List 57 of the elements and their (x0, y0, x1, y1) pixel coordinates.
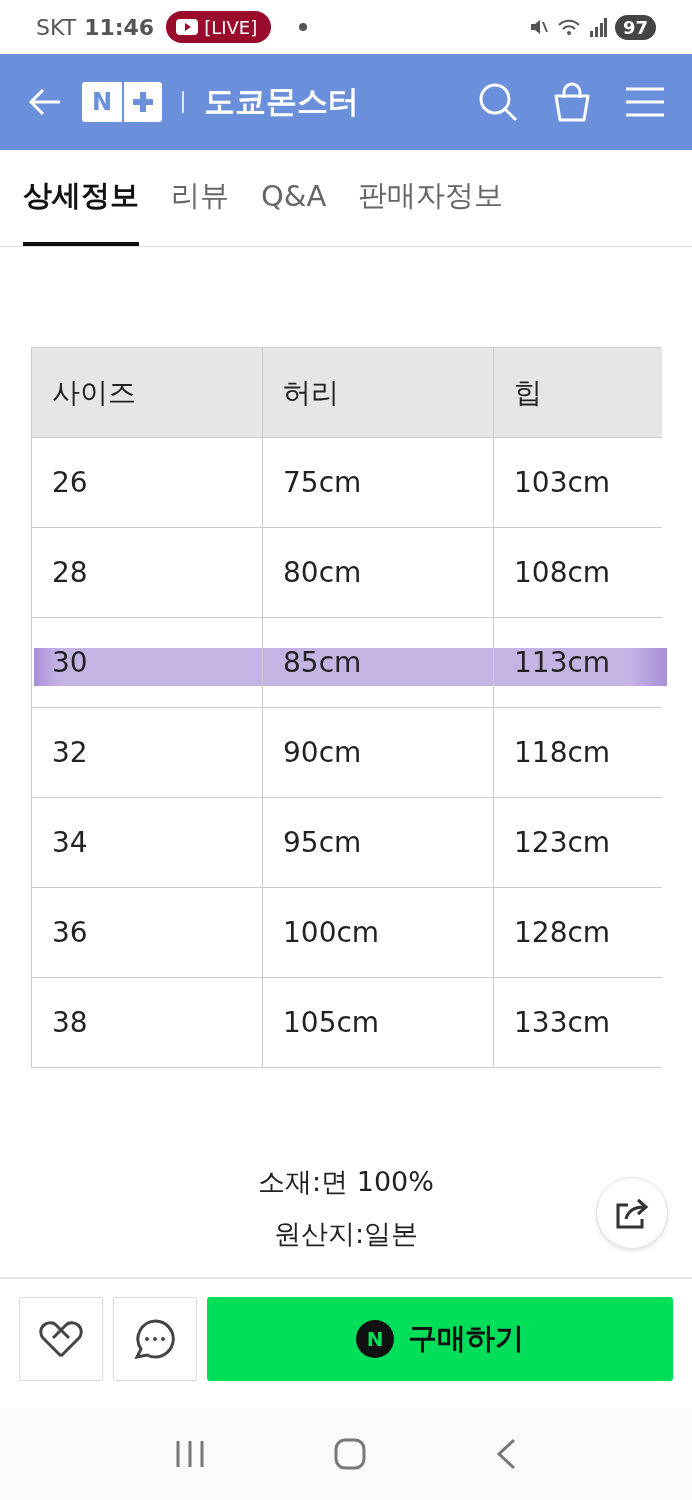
tab[interactable]: 리뷰 (171, 150, 229, 246)
play-icon (176, 19, 199, 35)
table-cell: 113cm (494, 618, 662, 708)
mute-icon (528, 17, 549, 37)
plus-icon (124, 82, 162, 122)
live-label: [LIVE] (204, 16, 258, 38)
chat-button[interactable] (113, 1297, 197, 1381)
table-cell: 80cm (263, 528, 494, 618)
table-cell: 103cm (494, 438, 662, 528)
carrier-name: SKT (36, 14, 77, 40)
table-cell: 75cm (263, 438, 494, 528)
search-icon[interactable] (478, 82, 518, 122)
table-cell: 95cm (263, 798, 494, 888)
table-cell: 36 (32, 888, 263, 978)
back-icon[interactable] (495, 1438, 518, 1470)
naver-logo: N (356, 1320, 394, 1358)
chat-bubble-icon (134, 1319, 176, 1359)
share-icon (614, 1197, 650, 1229)
table-cell: 118cm (494, 708, 662, 798)
info-line: 원산지:일본 (273, 1217, 419, 1251)
share-button[interactable] (596, 1177, 668, 1249)
notification-dot-icon (299, 23, 308, 31)
table-cell: 32 (32, 708, 263, 798)
table-cell: 128cm (494, 888, 662, 978)
table-cell: 85cm (263, 618, 494, 708)
store-title: 도쿄몬스터 (204, 82, 360, 121)
recent-apps-icon[interactable] (174, 1439, 205, 1469)
back-arrow-icon[interactable] (28, 87, 62, 117)
table-cell: 123cm (494, 798, 662, 888)
logo-letter: N (82, 82, 122, 122)
table-cell: 100cm (263, 888, 494, 978)
wishlist-button[interactable] (19, 1297, 103, 1381)
clock-time: 11:46 (84, 14, 155, 40)
tab[interactable]: 판매자정보 (358, 150, 504, 246)
table-cell: 105cm (263, 978, 494, 1068)
table-cell: 30 (32, 618, 263, 708)
signal-icon (588, 17, 607, 37)
table-cell: 90cm (263, 708, 494, 798)
column-header: 사이즈 (32, 348, 263, 438)
info-line: 소재:면 100% (258, 1165, 434, 1199)
buy-button[interactable]: N 구매하기 (207, 1297, 673, 1381)
table-cell: 34 (32, 798, 263, 888)
wifi-icon (556, 17, 581, 37)
tab[interactable]: 상세정보 (23, 150, 139, 246)
table-cell: 108cm (494, 528, 662, 618)
menu-icon[interactable] (626, 87, 664, 117)
column-header: 힙 (494, 348, 662, 438)
table-cell: 133cm (494, 978, 662, 1068)
table-cell: 28 (32, 528, 263, 618)
battery-level: 97 (614, 14, 656, 40)
table-cell: 26 (32, 438, 263, 528)
heart-icon (39, 1320, 83, 1358)
table-cell: 38 (32, 978, 263, 1068)
shopping-bag-icon[interactable] (552, 82, 592, 122)
home-icon[interactable] (334, 1438, 366, 1470)
tab[interactable]: Q&A (261, 150, 327, 246)
column-header: 허리 (263, 348, 494, 438)
